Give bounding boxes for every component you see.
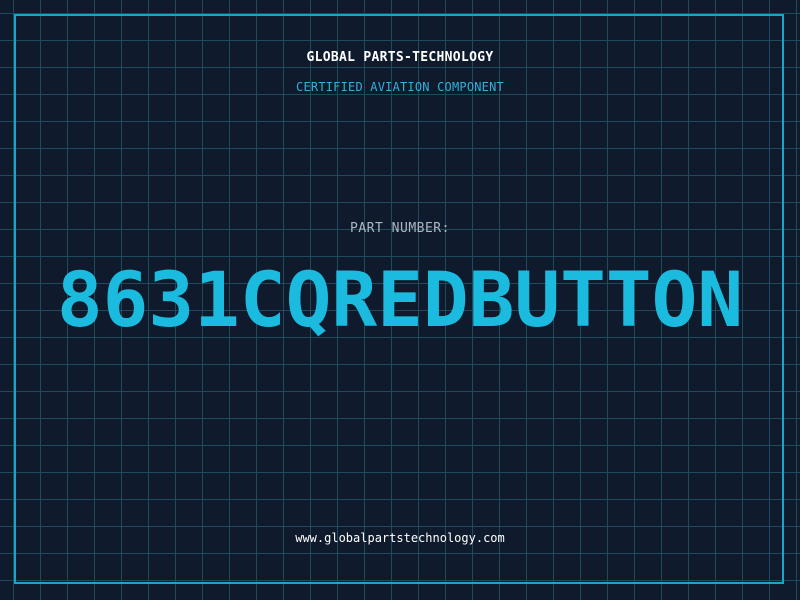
part-number-value: 8631CQREDBUTTON <box>56 255 744 344</box>
website-url: www.globalpartstechnology.com <box>295 531 505 545</box>
part-number-label: PART NUMBER: <box>350 221 450 236</box>
brand-title: GLOBAL PARTS-TECHNOLOGY <box>306 50 494 65</box>
certification-subtitle: CERTIFIED AVIATION COMPONENT <box>296 80 504 94</box>
